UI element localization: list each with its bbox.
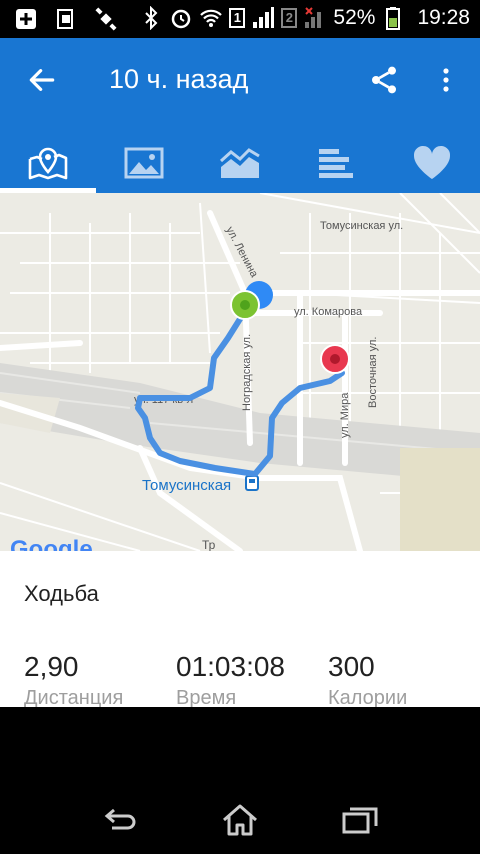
- stat-distance: 2,90 Дистанция: [24, 651, 123, 707]
- no-signal-icon: [305, 7, 322, 28]
- google-logo: Google: [10, 536, 93, 551]
- street-vostochnaya: Восточная ул.: [367, 337, 379, 408]
- distance-value: 2,90: [24, 651, 79, 682]
- copy-icon: [57, 9, 73, 29]
- map-icon: [28, 147, 68, 179]
- tab-health[interactable]: [384, 132, 480, 193]
- page-title: 10 ч. назад: [109, 64, 249, 94]
- calories-label: Калории: [328, 687, 408, 707]
- distance-label: Дистанция: [24, 687, 124, 707]
- back-arrow-icon[interactable]: [26, 64, 58, 96]
- tab-charts[interactable]: [192, 132, 288, 193]
- street-nogradskaya: Ноградская ул.: [241, 334, 253, 411]
- system-nav-bar: [0, 707, 480, 854]
- signal-icon: [253, 7, 275, 28]
- status-bar: 1 2 52% 19:28: [0, 0, 480, 38]
- stat-calories: 300 Калории: [328, 651, 407, 707]
- chart-icon: [219, 147, 260, 178]
- app-bar: 10 ч. назад: [0, 38, 480, 193]
- activity-summary: Ходьба 2,90 Дистанция 01:03:08 Время 300…: [0, 551, 480, 707]
- tab-photos[interactable]: [96, 132, 192, 193]
- finish-marker[interactable]: [320, 344, 350, 374]
- nav-back-icon[interactable]: [100, 802, 140, 838]
- image-icon: [124, 147, 164, 178]
- satellite-icon: [95, 7, 117, 31]
- more-vert-icon[interactable]: [434, 64, 458, 96]
- wifi-icon: [200, 9, 223, 27]
- start-marker[interactable]: [230, 290, 260, 320]
- time-label: Время: [176, 687, 237, 707]
- time-value: 01:03:08: [176, 651, 285, 682]
- sim2-badge: 2: [281, 8, 298, 28]
- tab-map[interactable]: [0, 132, 96, 193]
- nav-recents-icon[interactable]: [340, 802, 380, 838]
- station-label: Томусинская: [142, 477, 231, 494]
- add-notification-icon: [16, 9, 36, 29]
- tab-bar: [0, 132, 480, 193]
- clock: 19:28: [417, 6, 470, 29]
- share-icon[interactable]: [368, 64, 400, 96]
- bluetooth-icon: [145, 6, 158, 30]
- sim1-badge: 1: [229, 8, 246, 28]
- street-komarova: ул. Комарова: [294, 306, 363, 318]
- street-tomusinskaya-ul: Томусинская ул.: [320, 220, 403, 232]
- street-mira: ул. Мира: [339, 392, 351, 438]
- bus-stop-icon: [245, 475, 259, 491]
- nav-home-icon[interactable]: [220, 802, 260, 838]
- battery-icon: [386, 7, 401, 30]
- tab-splits[interactable]: [288, 132, 384, 193]
- stat-time: 01:03:08 Время: [176, 651, 285, 707]
- splits-icon: [319, 148, 353, 178]
- alarm-icon: [172, 9, 191, 29]
- street-tr: Тр: [202, 538, 216, 551]
- heart-icon: [413, 145, 451, 179]
- battery-percent: 52%: [333, 6, 376, 29]
- route-map[interactable]: Томусинская ул. ул. Ленина ул. Комарова …: [0, 193, 480, 551]
- calories-value: 300: [328, 651, 375, 682]
- activity-type: Ходьба: [24, 581, 99, 606]
